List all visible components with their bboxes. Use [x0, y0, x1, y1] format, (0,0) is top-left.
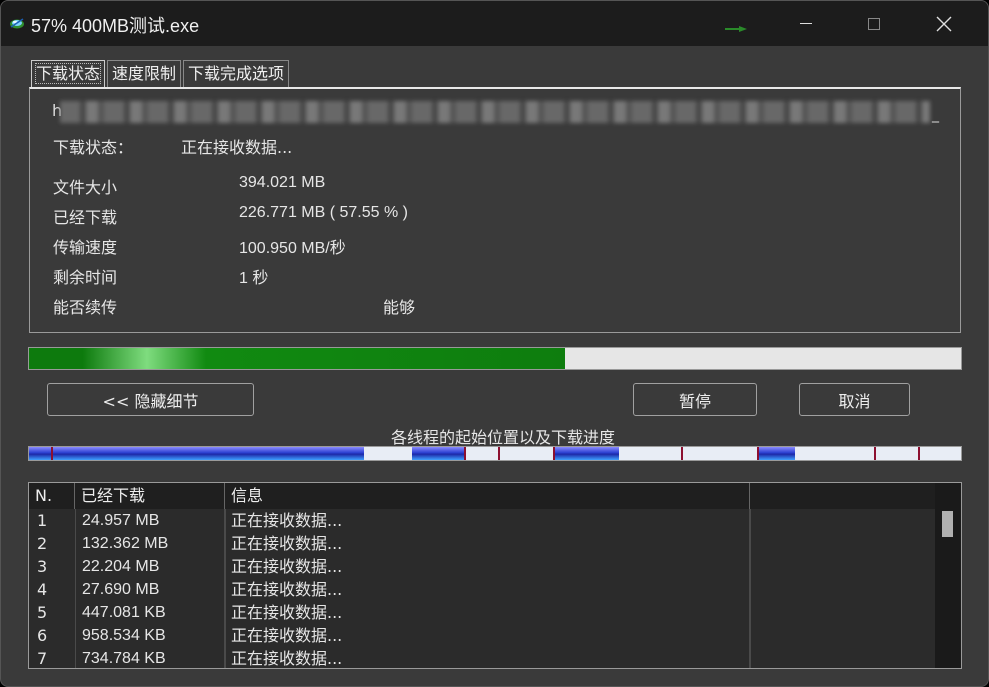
table-row[interactable]: 5 447.081 KB 正在接收数据... [29, 601, 935, 624]
resume-value: 能够 [383, 300, 416, 317]
speed-row: 传输速度 100.950 MB/秒 [53, 234, 933, 258]
table-header: N. 已经下载 信息 [29, 483, 935, 509]
close-button[interactable] [909, 1, 979, 46]
maximize-icon [868, 17, 880, 30]
downloaded-value: 226.771 MB ( 57.55 % ) [239, 204, 408, 221]
table-row[interactable]: 6 958.534 KB 正在接收数据... [29, 624, 935, 647]
tab-label: 速度限制 [112, 64, 177, 83]
status-panel: h _ 下载状态： 正在接收数据... 文件大小 394.021 MB 已经下载… [29, 87, 961, 333]
table-row[interactable]: 2 132.362 MB 正在接收数据... [29, 532, 935, 555]
info-label: 能否续传 [53, 298, 118, 317]
info-label: 传输速度 [53, 238, 118, 257]
info-label: 已经下载 [53, 208, 118, 227]
row-number: 6 [37, 626, 48, 645]
row-number: 2 [37, 534, 48, 553]
row-number: 5 [37, 603, 48, 622]
thread-start-marker [464, 447, 466, 460]
thread-start-marker [918, 447, 920, 460]
row-info: 正在接收数据... [225, 509, 750, 532]
minimize-button[interactable] [771, 1, 841, 46]
progress-fill [29, 348, 566, 369]
thread-segment [29, 447, 51, 460]
thread-start-marker [681, 447, 683, 460]
row-downloaded: 734.784 KB [75, 647, 225, 668]
minimize-icon [800, 23, 812, 24]
thread-start-marker [498, 447, 500, 460]
window-title: 57% 400MB测试.exe [31, 16, 200, 36]
tab-label: 下载完成选项 [188, 64, 285, 83]
row-number: 3 [37, 557, 48, 576]
close-icon [936, 16, 952, 31]
arrow-indicator-icon [725, 26, 747, 32]
url-suffix: _ [932, 107, 939, 123]
row-info: 正在接收数据... [225, 578, 750, 601]
tab-completion-options[interactable]: 下载完成选项 [183, 60, 290, 87]
thread-segment [555, 447, 619, 460]
row-number: 1 [37, 511, 48, 530]
thread-segment [412, 447, 464, 460]
scrollbar-thumb[interactable] [942, 511, 953, 537]
file-size-row: 文件大小 394.021 MB [53, 174, 933, 198]
table-row[interactable]: 7 734.784 KB 正在接收数据... [29, 647, 935, 668]
resume-row: 能否续传 能够 [53, 294, 933, 318]
vertical-scrollbar[interactable] [935, 483, 961, 668]
row-downloaded: 24.957 MB [75, 509, 225, 532]
download-app-icon [10, 18, 24, 29]
download-window: 57% 400MB测试.exe 下载状态 速度限制 下载完成选项 h _ 下载状… [0, 0, 989, 687]
status-value: 正在接收数据... [181, 138, 293, 157]
speed-value: 100.950 MB/秒 [239, 240, 346, 257]
time-remaining-row: 剩余时间 1 秒 [53, 264, 933, 288]
status-label: 下载状态： [53, 138, 134, 157]
row-downloaded: 958.534 KB [75, 624, 225, 647]
row-info: 正在接收数据... [225, 555, 750, 578]
threads-table[interactable]: N. 已经下载 信息 1 24.957 MB 正在接收数据... 2 132.362 M… [28, 482, 962, 669]
row-downloaded: 447.081 KB [75, 601, 225, 624]
thread-progress-bar [28, 446, 962, 461]
table-body: 1 24.957 MB 正在接收数据... 2 132.362 MB 正在接收数据... 3… [29, 509, 935, 668]
table-row[interactable]: 1 24.957 MB 正在接收数据... [29, 509, 935, 532]
file-size-value: 394.021 MB [239, 174, 326, 191]
column-header-number[interactable]: N. [29, 483, 75, 509]
column-header-extra[interactable] [750, 483, 935, 509]
table-row[interactable]: 4 27.690 MB 正在接收数据... [29, 578, 935, 601]
tab-bar: 下载状态 速度限制 下载完成选项 [31, 60, 291, 87]
cancel-button[interactable]: 取消 [799, 383, 910, 416]
thread-start-marker [874, 447, 876, 460]
pause-button[interactable]: 暂停 [633, 383, 757, 416]
tab-label: 下载状态 [34, 63, 102, 84]
download-url: h _ [52, 99, 942, 125]
title-bar[interactable]: 57% 400MB测试.exe [1, 1, 988, 46]
row-info: 正在接收数据... [225, 647, 750, 668]
column-header-info[interactable]: 信息 [225, 483, 750, 509]
download-progress-bar [28, 347, 962, 370]
row-downloaded: 27.690 MB [75, 578, 225, 601]
downloaded-row: 已经下载 226.771 MB ( 57.55 % ) [53, 204, 933, 228]
row-number: 7 [37, 649, 48, 668]
table-row[interactable]: 3 22.204 MB 正在接收数据... [29, 555, 935, 578]
info-label: 剩余时间 [53, 268, 118, 287]
row-info: 正在接收数据... [225, 532, 750, 555]
hide-details-button[interactable]: << 隐藏细节 [47, 383, 254, 416]
row-info: 正在接收数据... [225, 601, 750, 624]
thread-segment [53, 447, 364, 460]
blurred-url [60, 101, 930, 123]
row-number: 4 [37, 580, 48, 599]
row-downloaded: 22.204 MB [75, 555, 225, 578]
row-downloaded: 132.362 MB [75, 532, 225, 555]
thread-segment [759, 447, 795, 460]
info-label: 文件大小 [53, 178, 118, 197]
threads-label: 各线程的起始位置以及下载进度 [390, 428, 615, 447]
maximize-button[interactable] [839, 1, 909, 46]
tab-speed-limit[interactable]: 速度限制 [107, 60, 182, 87]
row-info: 正在接收数据... [225, 624, 750, 647]
time-remaining-value: 1 秒 [239, 270, 269, 287]
column-header-downloaded[interactable]: 已经下载 [75, 483, 225, 509]
tab-download-status[interactable]: 下载状态 [31, 60, 106, 87]
